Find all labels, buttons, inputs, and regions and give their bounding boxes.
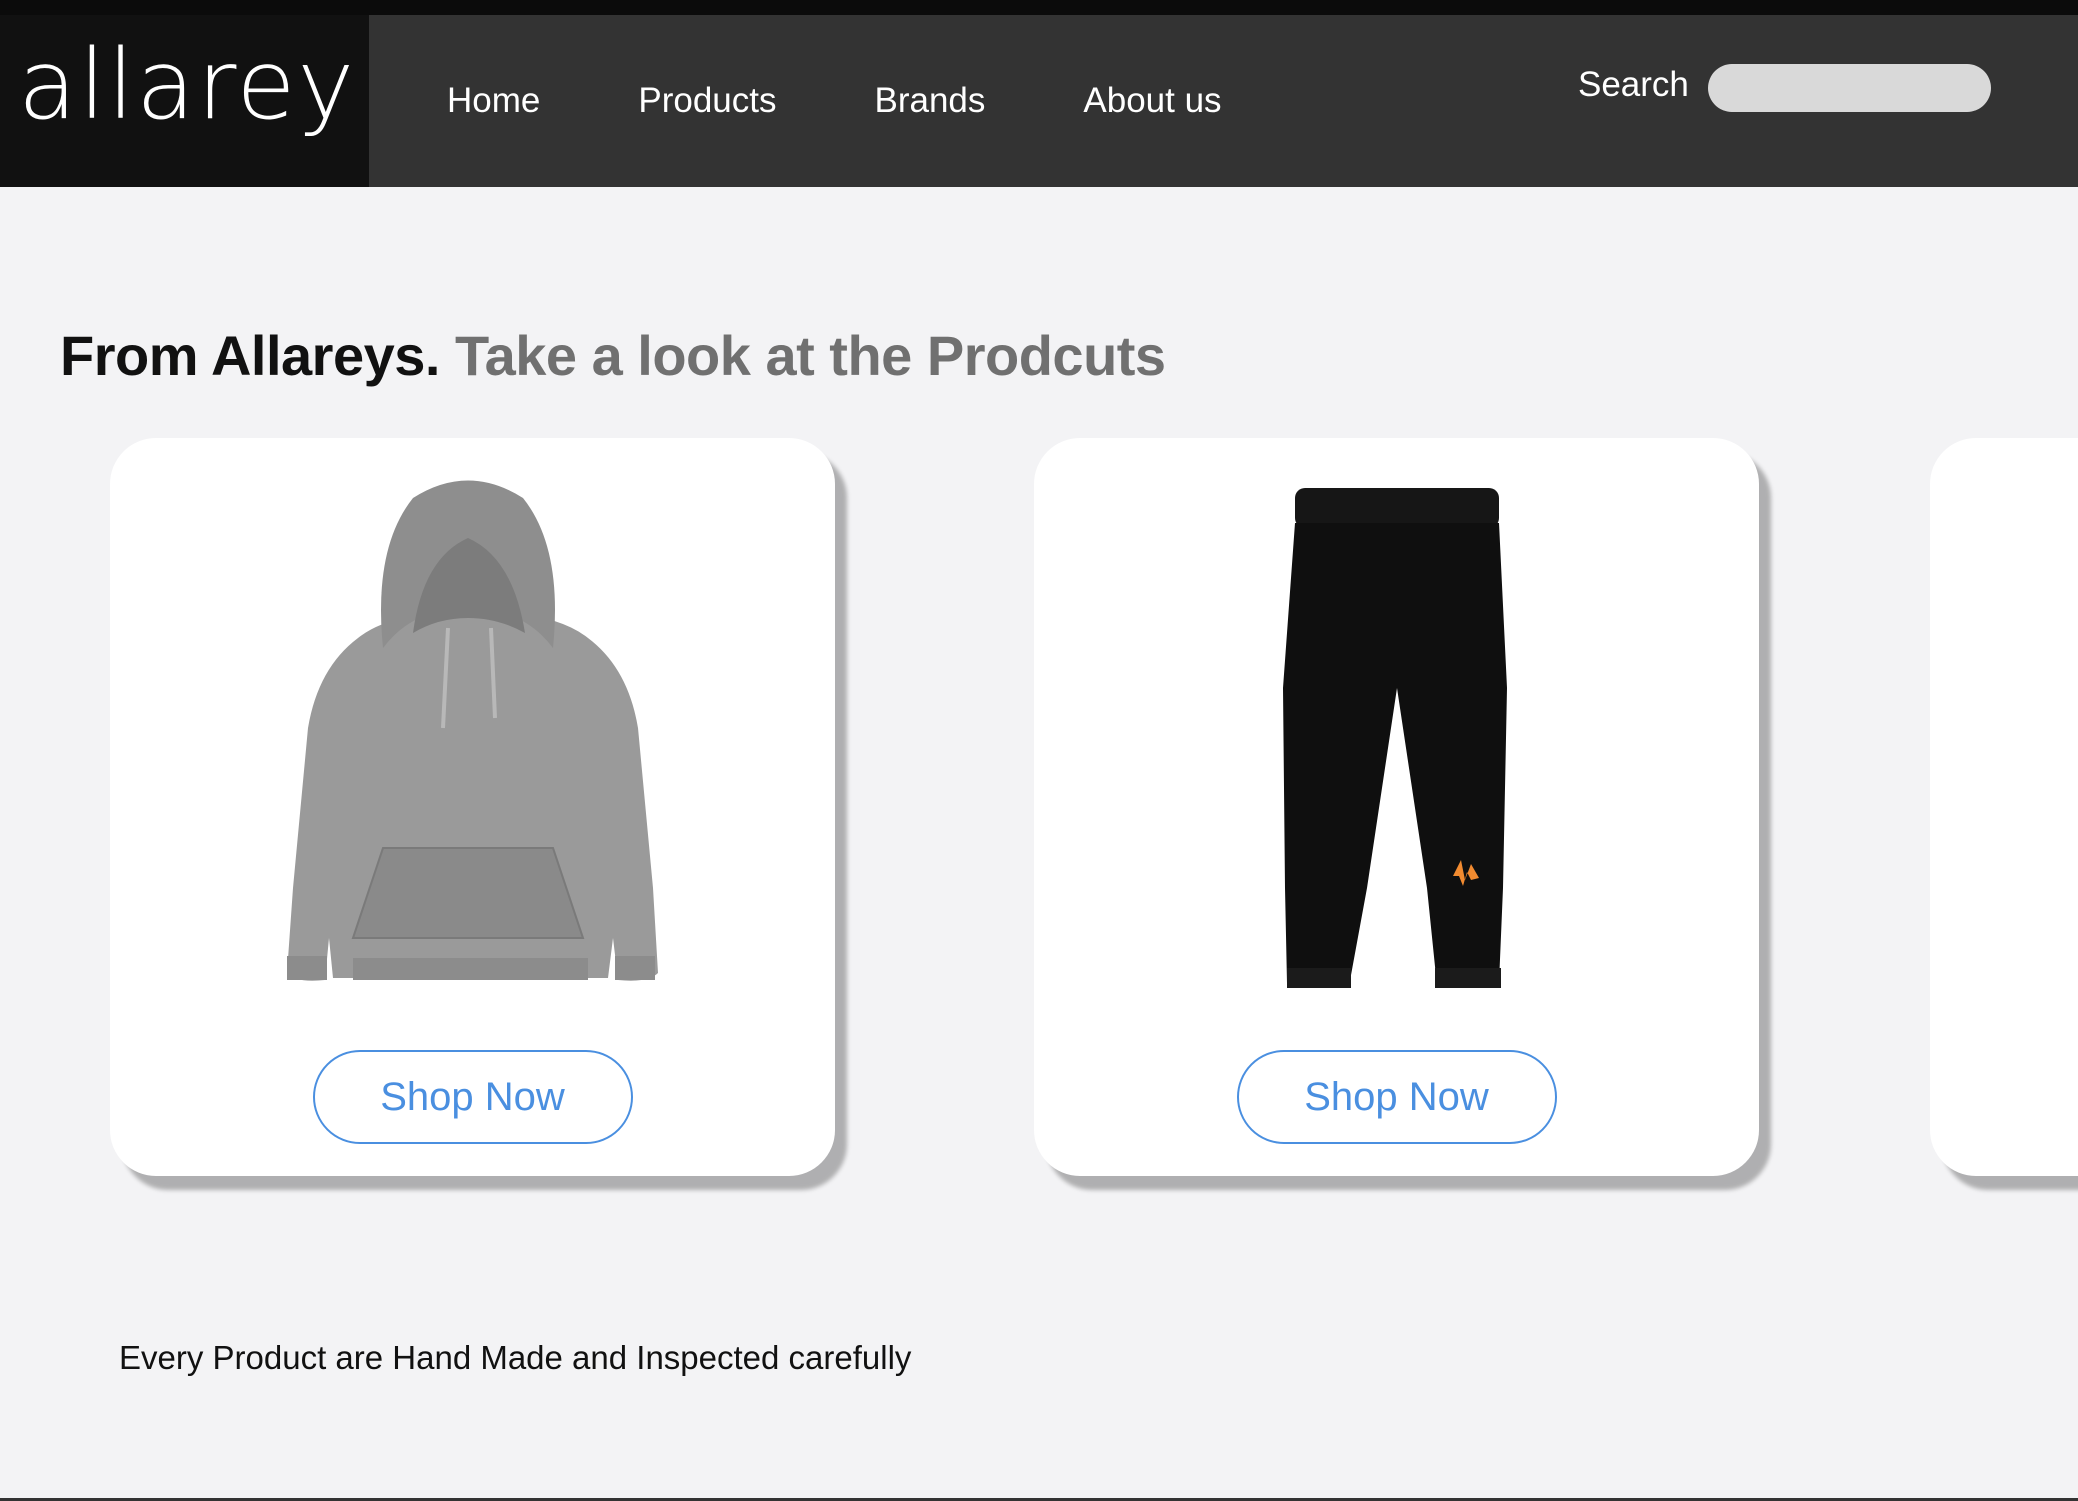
product-card-partial	[1930, 438, 2078, 1176]
nav-links: Home Products Brands About us	[447, 15, 1222, 187]
nav-item-home[interactable]: Home	[447, 81, 540, 121]
logo[interactable]: allarey	[0, 15, 369, 187]
page-title-tagline: Take a look at the Prodcuts	[455, 323, 1166, 387]
page-title-brand: From Allareys.	[60, 323, 440, 387]
joggers-image[interactable]	[1257, 488, 1537, 1008]
shop-now-button[interactable]: Shop Now	[1236, 1050, 1557, 1144]
nav-item-about-us[interactable]: About us	[1083, 81, 1221, 121]
search-input[interactable]	[1708, 64, 1991, 112]
search-label: Search	[1578, 65, 1689, 104]
product-card-joggers: Shop Now	[1034, 438, 1759, 1176]
product-card-hoodie: Shop Now	[110, 438, 835, 1176]
navigation-bar: allarey Home Products Brands About us Se…	[0, 15, 2078, 187]
footnote: Every Product are Hand Made and Inspecte…	[119, 1339, 912, 1376]
page-title: From Allareys. Take a look at the Prodcu…	[60, 323, 1166, 388]
top-edge-bar	[0, 0, 2078, 15]
nav-item-brands[interactable]: Brands	[875, 81, 986, 121]
shop-now-button[interactable]: Shop Now	[312, 1050, 633, 1144]
logo-text: allarey	[18, 29, 357, 141]
nav-item-products[interactable]: Products	[638, 81, 776, 121]
hoodie-image[interactable]	[263, 468, 683, 1008]
